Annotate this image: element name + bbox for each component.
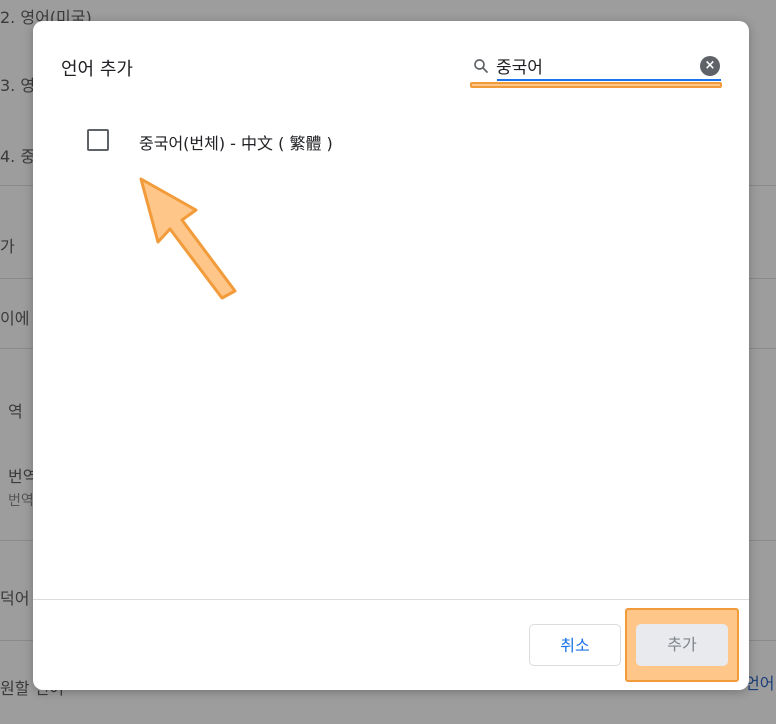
search-box: × [470,51,722,91]
bg-add-language-link: 언어 [745,674,775,693]
arrow-annotation-icon [139,177,237,300]
dialog-title: 언어 추가 [61,59,133,80]
search-highlight-annotation [470,82,722,88]
bg-section-title: 역 [8,402,23,421]
search-icon [474,59,488,73]
bg-language-item-4: 4. 중 [0,147,36,166]
search-input[interactable] [496,53,696,77]
bg-row-label: 가 [0,237,15,256]
footer-divider [33,599,749,600]
cancel-button[interactable]: 취소 [529,624,621,666]
language-option-label: 중국어(번체) - 中文 ( 繁體 ) [139,134,333,153]
add-language-dialog: 언어 추가 × 중국어(번체) - 中文 ( 繁體 ) 취소 추가 [33,21,749,690]
search-focus-underline [497,79,721,81]
bg-row-label: 덕어 [0,589,30,608]
bg-row-sublabel: 번역 [8,493,34,509]
language-checkbox[interactable] [87,129,109,151]
clear-search-button[interactable]: × [700,56,720,76]
bg-language-item-3: 3. 영 [0,76,36,95]
add-button[interactable]: 추가 [636,624,728,666]
